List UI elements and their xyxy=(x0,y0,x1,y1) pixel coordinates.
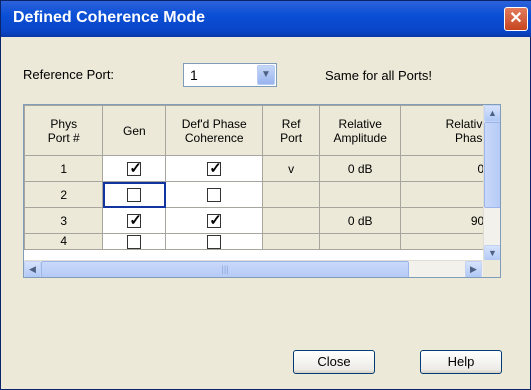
gen-cell[interactable] xyxy=(102,233,167,250)
coherence-checkbox[interactable] xyxy=(207,211,222,229)
column-header-ref-port[interactable]: Ref Port xyxy=(262,105,321,156)
port-table: Phys Port # Gen Def'd Phase Coherence Ref P… xyxy=(24,105,500,250)
reference-port-select[interactable]: 1 ▼ xyxy=(183,63,277,87)
table-row: 3 0 dB 90° xyxy=(24,207,500,234)
column-header-gen[interactable]: Gen xyxy=(102,105,167,156)
column-header-coherence[interactable]: Def'd Phase Coherence xyxy=(165,105,264,156)
table-header-row: Phys Port # Gen Def'd Phase Coherence Ref P… xyxy=(24,105,500,156)
vertical-scrollbar[interactable]: ▲ ▼ xyxy=(483,105,500,262)
gen-checkbox[interactable] xyxy=(127,234,142,249)
scroll-right-icon[interactable]: ▶ xyxy=(465,261,482,277)
gen-cell[interactable] xyxy=(102,181,167,208)
ref-port-cell[interactable] xyxy=(262,233,321,250)
reference-port-label: Reference Port: xyxy=(23,67,115,82)
amplitude-cell[interactable]: 0 dB xyxy=(319,207,402,234)
horizontal-scrollbar[interactable]: ◀ ||| ▶ xyxy=(24,260,500,277)
coherence-grid: Phys Port # Gen Def'd Phase Coherence Ref P… xyxy=(23,104,501,278)
amplitude-cell[interactable] xyxy=(319,181,402,208)
ref-port-cell[interactable] xyxy=(262,181,321,208)
horizontal-scroll-thumb[interactable]: ||| xyxy=(41,261,409,277)
vertical-scroll-thumb[interactable] xyxy=(484,122,500,208)
gen-checkbox[interactable] xyxy=(127,187,142,202)
scroll-left-icon[interactable]: ◀ xyxy=(24,261,41,277)
gen-checkbox[interactable] xyxy=(127,159,142,177)
ref-port-cell[interactable] xyxy=(262,207,321,234)
gen-cell[interactable] xyxy=(102,155,167,182)
ref-port-cell[interactable]: v xyxy=(262,155,321,182)
dialog-window: Defined Coherence Mode ✕ Reference Port:… xyxy=(0,0,531,390)
coherence-cell[interactable] xyxy=(165,207,264,234)
same-for-all-label: Same for all Ports! xyxy=(325,68,432,83)
close-button[interactable]: Close xyxy=(293,350,375,374)
table-row: 1 v 0 dB 0° xyxy=(24,155,500,182)
table-row: 4 xyxy=(24,233,500,250)
gen-checkbox[interactable] xyxy=(127,211,142,229)
column-header-amplitude[interactable]: Relative Amplitude xyxy=(319,105,402,156)
gen-cell[interactable] xyxy=(102,207,167,234)
coherence-cell[interactable] xyxy=(165,181,264,208)
table-row: 2 xyxy=(24,181,500,208)
close-window-button[interactable]: ✕ xyxy=(504,7,528,31)
coherence-checkbox[interactable] xyxy=(207,234,222,249)
port-number-cell: 3 xyxy=(24,207,104,234)
port-number-cell: 1 xyxy=(24,155,104,182)
coherence-checkbox[interactable] xyxy=(207,159,222,177)
coherence-cell[interactable] xyxy=(165,233,264,250)
scroll-up-icon[interactable]: ▲ xyxy=(484,105,500,122)
help-button[interactable]: Help xyxy=(420,350,502,374)
title-bar: Defined Coherence Mode ✕ xyxy=(1,1,531,37)
chevron-down-icon[interactable]: ▼ xyxy=(257,65,275,85)
amplitude-cell[interactable]: 0 dB xyxy=(319,155,402,182)
port-number-cell: 4 xyxy=(24,233,104,250)
column-header-phys-port[interactable]: Phys Port # xyxy=(24,105,104,156)
coherence-checkbox[interactable] xyxy=(207,187,222,202)
scrollbar-corner xyxy=(483,260,500,277)
coherence-cell[interactable] xyxy=(165,155,264,182)
amplitude-cell[interactable] xyxy=(319,233,402,250)
port-number-cell: 2 xyxy=(24,181,104,208)
reference-port-value: 1 xyxy=(190,67,198,83)
window-title: Defined Coherence Mode xyxy=(13,9,206,26)
